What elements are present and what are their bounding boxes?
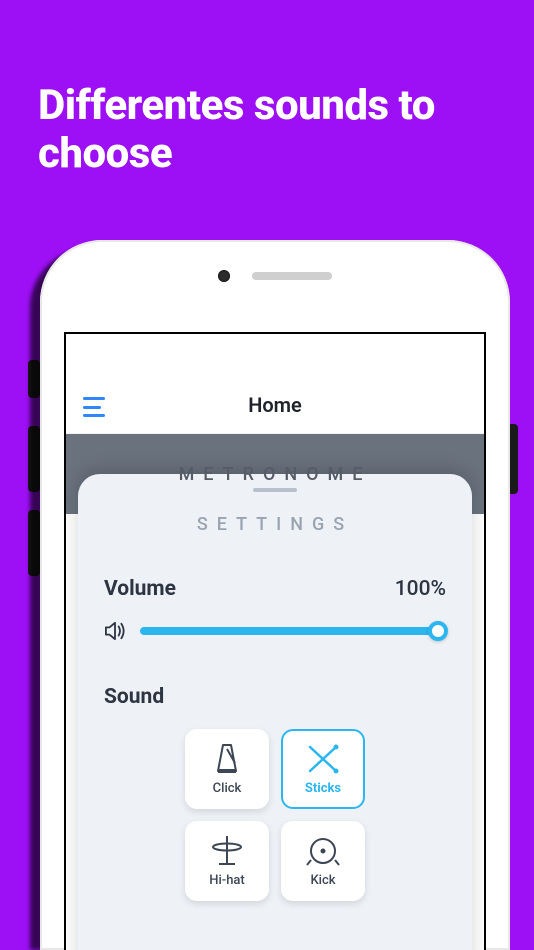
slider-track bbox=[140, 627, 446, 635]
sound-option-click[interactable]: Click bbox=[185, 729, 269, 809]
phone-screen: Home METRONOME SETTINGS Volume 100% bbox=[64, 332, 486, 950]
navbar: Home bbox=[66, 334, 484, 434]
sheet-grab-handle[interactable] bbox=[253, 488, 297, 492]
slider-thumb[interactable] bbox=[428, 621, 448, 641]
page-title: Home bbox=[248, 393, 302, 417]
menu-icon bbox=[83, 397, 105, 400]
sound-label: Sound bbox=[104, 685, 446, 709]
sound-option-label: Click bbox=[213, 781, 242, 796]
metronome-icon bbox=[210, 742, 244, 776]
phone-speaker-slot bbox=[252, 272, 332, 280]
sound-option-label: Hi-hat bbox=[209, 873, 245, 888]
sound-option-hihat[interactable]: Hi-hat bbox=[185, 821, 269, 901]
hihat-icon bbox=[210, 834, 244, 868]
speaker-icon bbox=[104, 621, 126, 641]
kick-icon bbox=[306, 834, 340, 868]
menu-icon bbox=[83, 414, 105, 417]
metronome-label: METRONOME bbox=[179, 464, 372, 485]
volume-label: Volume bbox=[104, 577, 176, 601]
sticks-icon bbox=[306, 742, 340, 776]
sound-option-label: Sticks bbox=[305, 781, 341, 796]
promo-title: Differentes sounds to choose bbox=[38, 82, 496, 179]
phone-earpiece bbox=[40, 270, 510, 282]
sound-option-kick[interactable]: Kick bbox=[281, 821, 365, 901]
sound-option-label: Kick bbox=[310, 873, 335, 888]
sound-option-sticks[interactable]: Sticks bbox=[281, 729, 365, 809]
settings-title: SETTINGS bbox=[104, 514, 446, 535]
menu-icon bbox=[83, 406, 101, 409]
settings-sheet: SETTINGS Volume 100% Sound bbox=[78, 474, 472, 950]
menu-button[interactable] bbox=[80, 395, 112, 419]
sound-options: Click Sticks bbox=[104, 729, 446, 901]
volume-row-label: Volume 100% bbox=[104, 577, 446, 601]
volume-control bbox=[104, 621, 446, 641]
phone-camera-dot bbox=[218, 270, 230, 282]
volume-value: 100% bbox=[395, 577, 446, 601]
phone-frame: Home METRONOME SETTINGS Volume 100% bbox=[40, 240, 510, 950]
volume-slider[interactable] bbox=[140, 621, 446, 641]
